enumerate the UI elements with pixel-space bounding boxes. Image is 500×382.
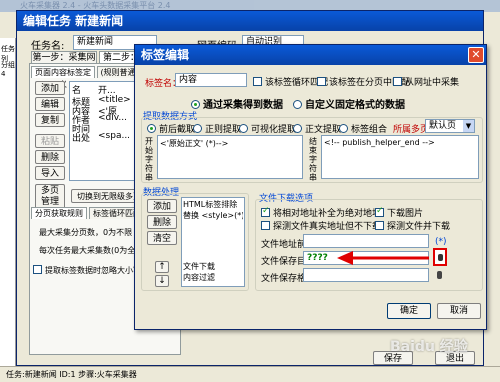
detect-no-download-checkbox[interactable]: 探测文件真实地址但不下载 bbox=[261, 219, 381, 232]
download-images-checkbox[interactable]: 下载图片 bbox=[375, 206, 423, 219]
chevron-down-icon: ▼ bbox=[463, 120, 474, 132]
start-string-label: 开始字符串 bbox=[145, 137, 153, 182]
edit-task-titlebar: 编辑任务 新建新闻 bbox=[17, 11, 483, 31]
tag-edit-dialog: 标签编辑 ✕ 标签名： 内容 该标签循环匹配 该标签在分页中匹配 从网址中采集 … bbox=[134, 44, 487, 330]
tag-list: 名 开... 标题 <title> 内容 <'原 作者 <div... 时间 出处 <s… bbox=[69, 81, 135, 181]
add-tag-button[interactable]: 添加 bbox=[35, 81, 65, 95]
process-add-button[interactable]: 添加 bbox=[147, 199, 177, 213]
copy-tag-button[interactable]: 复制 bbox=[35, 113, 65, 127]
url-prefix-input[interactable] bbox=[303, 234, 429, 248]
import-tag-button[interactable]: 导入 bbox=[35, 166, 65, 180]
delete-tag-button[interactable]: 删除 bbox=[35, 150, 65, 164]
method-option[interactable]: 标签组合 bbox=[339, 122, 387, 135]
tree-group-label[interactable]: 分组4 bbox=[1, 60, 15, 78]
per-task-max-label: 每次任务最大采集数(0为全部) bbox=[39, 246, 147, 255]
belong-page-select[interactable]: 默认页 ▼ bbox=[425, 119, 475, 133]
list-item[interactable]: 替换 <style>(*)</s bbox=[183, 210, 243, 221]
subtab-content-tags[interactable]: 页面内容标签定义 bbox=[31, 66, 95, 89]
move-up-button[interactable]: ↑ bbox=[155, 261, 169, 273]
status-text: 任务:新建新闻 ID:1 步骤:火车采集器 bbox=[6, 370, 137, 379]
process-list: HTML标签排除 替换 <style>(*)</s 文件下载 内容过滤 bbox=[181, 197, 245, 287]
cancel-button[interactable]: 取消 bbox=[437, 303, 481, 319]
tag-name-input[interactable]: 内容 bbox=[175, 73, 247, 87]
tag-list-row[interactable]: 出处 <spa... bbox=[72, 131, 134, 144]
list-item[interactable]: 内容过滤 bbox=[183, 272, 243, 283]
watermark: Baidu 经验 bbox=[390, 339, 468, 355]
max-collect-label: 最大采集分页数，0为不限 bbox=[39, 228, 133, 237]
method-option[interactable]: 正文提取 bbox=[293, 122, 341, 135]
edit-task-title: 编辑任务 新建新闻 bbox=[23, 14, 124, 28]
list-item[interactable]: 文件下载 bbox=[183, 261, 243, 272]
status-bar: 任务:新建新闻 ID:1 步骤:火车采集器 bbox=[0, 366, 500, 382]
ok-button[interactable]: 确定 bbox=[387, 303, 431, 319]
belong-page-label: 所属多页 bbox=[393, 125, 430, 135]
method-option[interactable]: 前后截取 bbox=[147, 122, 195, 135]
process-delete-button[interactable]: 删除 bbox=[147, 215, 177, 229]
dialog-titlebar: 标签编辑 ✕ bbox=[135, 45, 486, 65]
process-clear-button[interactable]: 清空 bbox=[147, 231, 177, 245]
folder-icon[interactable] bbox=[433, 248, 447, 266]
method-option[interactable]: 正则提取 bbox=[193, 122, 241, 135]
move-down-button[interactable]: ↓ bbox=[155, 275, 169, 287]
radio-custom-fixed[interactable]: 自定义固定格式的数据 bbox=[293, 96, 405, 111]
absolute-url-checkbox[interactable]: 将相对地址补全为绝对地址 bbox=[261, 206, 381, 219]
list-item[interactable]: HTML标签排除 bbox=[183, 199, 243, 210]
dialog-title: 标签编辑 bbox=[141, 48, 190, 62]
paste-tag-button[interactable]: 粘贴 bbox=[35, 134, 65, 148]
edit-tag-button[interactable]: 编辑 bbox=[35, 97, 65, 111]
task-name-label: 任务名: bbox=[31, 41, 65, 52]
tab-paging-rule[interactable]: 分页获取规则 bbox=[31, 207, 87, 219]
from-url-checkbox[interactable]: 从网址中采集 bbox=[393, 75, 459, 88]
pin-icon[interactable] bbox=[437, 271, 442, 279]
ignore-case-checkbox[interactable]: 提取标签数据时忽略大小写 bbox=[33, 265, 141, 276]
end-string-textarea[interactable]: <!-- publish_helper_end --> bbox=[321, 135, 479, 179]
detect-download-checkbox[interactable]: 探测文件并下载 bbox=[375, 219, 450, 232]
start-string-textarea[interactable]: <'原始正文' (*)--> bbox=[157, 135, 303, 179]
url-prefix-help-icon[interactable]: (*) bbox=[435, 237, 447, 247]
radio-by-collect[interactable]: 通过采集得到数据 bbox=[191, 96, 283, 111]
end-string-label: 结束字符串 bbox=[309, 137, 317, 182]
left-panel: 任务列 分组4 bbox=[0, 38, 16, 368]
close-icon[interactable]: ✕ bbox=[468, 47, 484, 63]
save-format-input[interactable] bbox=[303, 268, 429, 282]
red-arrow-annotation bbox=[337, 251, 429, 265]
method-option[interactable]: 可视化提取 bbox=[239, 122, 296, 135]
